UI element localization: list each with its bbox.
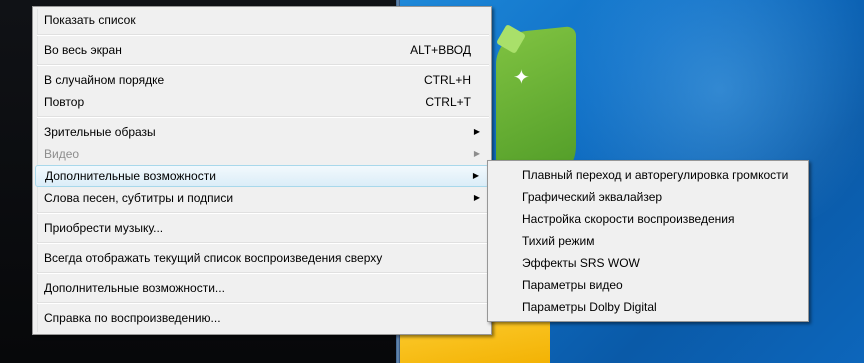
menu-item-playback-help[interactable]: Справка по воспроизведению... <box>35 307 489 329</box>
menu-item-more-options[interactable]: Дополнительные возможности... <box>35 277 489 299</box>
shortcut-label: ALT+ВВОД <box>410 43 471 57</box>
menu-separator <box>37 34 489 36</box>
submenu-item-play-speed[interactable]: Настройка скорости воспроизведения <box>490 208 806 230</box>
shortcut-label: CTRL+H <box>423 73 471 87</box>
submenu-item-quiet-mode[interactable]: Тихий режим <box>490 230 806 252</box>
butterfly-icon: ✦ <box>513 67 530 89</box>
submenu-item-video-settings[interactable]: Параметры видео <box>490 274 806 296</box>
shortcut-label: CTRL+T <box>425 95 471 109</box>
menu-item-visualizations[interactable]: Зрительные образы ▶ <box>35 121 489 143</box>
menu-item-always-on-top[interactable]: Всегда отображать текущий список воспрои… <box>35 247 489 269</box>
menu-item-video: Видео ▶ <box>35 143 489 165</box>
submenu-item-equalizer[interactable]: Графический эквалайзер <box>490 186 806 208</box>
submenu-arrow-icon: ▶ <box>473 193 480 202</box>
menu-separator <box>37 116 489 118</box>
menu-separator <box>37 212 489 214</box>
enhancements-submenu: Плавный переход и авторегулировка громко… <box>487 160 809 322</box>
menu-item-lyrics-captions[interactable]: Слова песен, субтитры и подписи ▶ <box>35 187 489 209</box>
menu-item-shuffle[interactable]: В случайном порядке CTRL+H <box>35 69 489 91</box>
menu-separator <box>37 64 489 66</box>
submenu-arrow-icon: ▶ <box>472 171 479 180</box>
menu-item-enhancements[interactable]: Дополнительные возможности ▶ <box>35 165 489 187</box>
menu-separator <box>37 272 489 274</box>
context-menu: Показать список Во весь экран ALT+ВВОД В… <box>32 6 492 335</box>
menu-item-fullscreen[interactable]: Во весь экран ALT+ВВОД <box>35 39 489 61</box>
menu-separator <box>37 242 489 244</box>
menu-separator <box>37 302 489 304</box>
menu-item-show-list[interactable]: Показать список <box>35 9 489 31</box>
menu-item-repeat[interactable]: Повтор CTRL+T <box>35 91 489 113</box>
menu-item-buy-music[interactable]: Приобрести музыку... <box>35 217 489 239</box>
submenu-arrow-icon: ▶ <box>473 149 480 158</box>
submenu-item-crossfade[interactable]: Плавный переход и авторегулировка громко… <box>490 164 806 186</box>
submenu-item-dolby-digital[interactable]: Параметры Dolby Digital <box>490 296 806 318</box>
submenu-arrow-icon: ▶ <box>473 127 480 136</box>
submenu-item-srs-wow[interactable]: Эффекты SRS WOW <box>490 252 806 274</box>
